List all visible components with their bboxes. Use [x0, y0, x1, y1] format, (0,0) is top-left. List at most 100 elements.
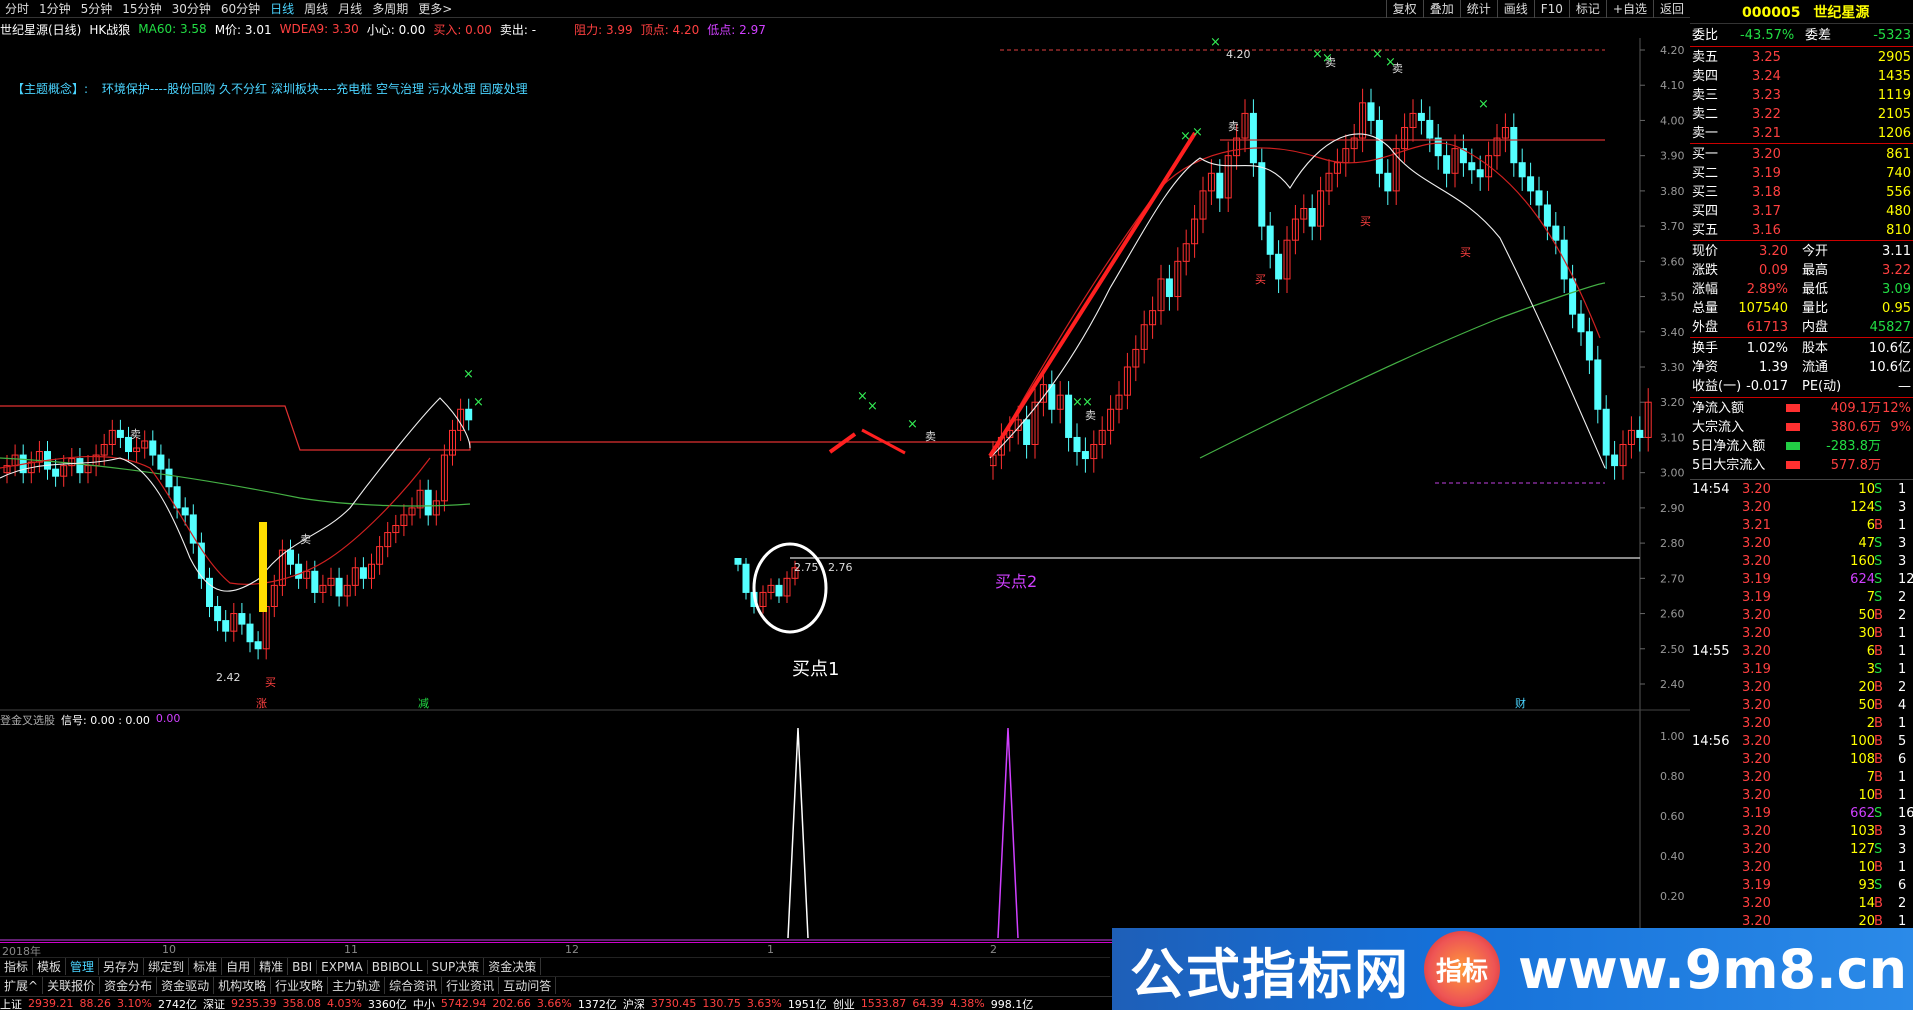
signal-cross-icon: × — [907, 417, 918, 432]
ticker-header: 000005 世纪星源 — [1690, 0, 1913, 24]
ticker-name: 世纪星源 — [1813, 5, 1870, 21]
tick-side: B — [1874, 608, 1883, 623]
info-tab[interactable]: 综合资讯 — [385, 977, 443, 994]
tick-row: 3.19 93 S 6 — [1690, 877, 1913, 895]
event-mark: 涨 — [256, 697, 267, 710]
period-tab[interactable]: 60分钟 — [216, 0, 265, 17]
y-axis-label: 3.70 — [1660, 220, 1685, 233]
period-tab[interactable]: 更多> — [413, 0, 457, 17]
chart-tool-button[interactable]: 画线 — [1496, 0, 1534, 18]
info-tab[interactable]: 扩展^ — [0, 977, 44, 994]
signal-cross-icon: × — [1322, 51, 1333, 66]
tick-side: B — [1874, 680, 1883, 695]
indicator-tab[interactable]: BBI — [288, 959, 318, 974]
stat-value: -0.017 — [1746, 379, 1788, 394]
chart-tool-button[interactable]: +自选 — [1605, 0, 1653, 18]
tick-price: 3.19 — [1742, 590, 1771, 605]
period-tab[interactable]: 30分钟 — [167, 0, 216, 17]
y-axis-label: 3.40 — [1660, 326, 1685, 339]
indicator-tab[interactable]: BBIBOLL — [368, 959, 428, 974]
quote-row: 卖三 3.23 1119 — [1690, 86, 1913, 105]
info-tab[interactable]: 关联报价 — [43, 977, 101, 994]
quote-panel: 委比 -43.57% 委差 -5323 卖五 3.25 2905 卖四 3.24 1435 卖三 3.… — [1690, 24, 1913, 479]
info-tab[interactable]: 资金分布 — [100, 977, 158, 994]
indicator-tab[interactable]: SUP决策 — [428, 958, 485, 975]
indicator-tab[interactable]: EXPMA — [317, 959, 368, 974]
indicator-tab[interactable]: 管理 — [66, 958, 100, 975]
chart-tool-button[interactable]: F10 — [1533, 0, 1569, 18]
status-item: 1372亿 — [577, 997, 617, 1010]
tick-row: 14:55 3.20 6 B 1 — [1690, 643, 1913, 661]
period-tab[interactable]: 周线 — [299, 0, 333, 17]
tick-row: 3.20 50 B 4 — [1690, 697, 1913, 715]
buy-level-label: 买二 — [1692, 166, 1719, 181]
status-item: 88.26 — [79, 997, 112, 1010]
chart-tool-button[interactable]: 返回 — [1652, 0, 1690, 18]
status-item: 1951亿 — [787, 997, 827, 1010]
indicator-tab[interactable]: 资金决策 — [484, 958, 542, 975]
stat-label: 流通 — [1802, 360, 1829, 375]
indicator-tab[interactable]: 绑定到 — [144, 958, 190, 975]
divider — [1690, 240, 1913, 241]
tick-side: B — [1874, 824, 1883, 839]
low-price-label: 2.42 — [216, 671, 241, 684]
indicator-tab[interactable]: 模板 — [33, 958, 67, 975]
status-item: 中小 — [412, 997, 435, 1010]
period-tab[interactable]: 日线 — [265, 0, 299, 17]
tick-vol: 47 — [1858, 536, 1875, 551]
resist-value: 阻力: 3.99 — [574, 22, 633, 37]
indicator-tab[interactable]: 精准 — [255, 958, 289, 975]
indicator-tab[interactable]: 自用 — [222, 958, 256, 975]
flow-value: 409.1万 — [1830, 401, 1881, 416]
tick-side: B — [1874, 698, 1883, 713]
candle-body — [1417, 112, 1425, 121]
flow-label: 大宗流入 — [1692, 420, 1745, 435]
tick-vol: 127 — [1850, 842, 1875, 857]
info-tab[interactable]: 行业资讯 — [442, 977, 500, 994]
chart-tool-button[interactable]: 标记 — [1568, 0, 1606, 18]
indicator-tab[interactable]: 标准 — [189, 958, 223, 975]
info-tab[interactable]: 资金驱动 — [157, 977, 215, 994]
candle-body — [1569, 278, 1577, 315]
tick-count: 1 — [1898, 518, 1907, 533]
status-item: 1533.87 — [860, 997, 907, 1010]
period-tab[interactable]: 5分钟 — [76, 0, 118, 17]
candle-body — [1552, 225, 1560, 241]
buy-level-vol: 480 — [1886, 204, 1911, 219]
info-tab[interactable]: 行业攻略 — [271, 977, 329, 994]
tick-price: 3.20 — [1742, 698, 1771, 713]
kline-chart[interactable]: 4.20 4.10 4.00 3.90 3.80 3.70 3.60 3.50 3.40 3.30… — [0, 38, 1690, 942]
x-axis-label: 11 — [344, 943, 358, 956]
y-axis-label: 2.40 — [1660, 678, 1685, 691]
sell-marker: 卖 — [1228, 120, 1239, 133]
y-axis-label: 3.90 — [1660, 150, 1685, 163]
status-item: 358.08 — [282, 997, 321, 1010]
chart-tool-button[interactable]: 复权 — [1385, 0, 1423, 18]
tick-list[interactable]: 14:54 3.20 10 S 1 3.20 124 S 3 3.21 6 B 1 3.20 47 S 3 3.2… — [1690, 479, 1913, 929]
tick-count: 16 — [1898, 806, 1913, 821]
signal-cross-icon: × — [463, 367, 474, 382]
sub-indicator-name[interactable]: 登金叉选股 — [0, 712, 55, 728]
indicator-tab[interactable]: 指标 — [0, 958, 34, 975]
period-tab[interactable]: 多周期 — [367, 0, 413, 17]
candle-body — [246, 623, 254, 643]
period-tab[interactable]: 15分钟 — [117, 0, 166, 17]
info-tab[interactable]: 主力轨迹 — [328, 977, 386, 994]
sell-value: 卖出: - — [499, 22, 537, 37]
period-tab[interactable]: 1分钟 — [34, 0, 76, 17]
indicator-tab[interactable]: 另存为 — [99, 958, 145, 975]
chart-tool-button[interactable]: 叠加 — [1422, 0, 1460, 18]
tick-side: B — [1874, 896, 1883, 911]
period-tab[interactable]: 月线 — [333, 0, 367, 17]
tick-count: 1 — [1898, 788, 1907, 803]
stat-label: 涨幅 — [1692, 282, 1719, 297]
x-axis-label: 1 — [767, 943, 774, 956]
info-tab[interactable]: 机构攻略 — [214, 977, 272, 994]
plugin-name[interactable]: HK战狼 — [89, 21, 130, 38]
period-tab[interactable]: 分时 — [0, 0, 34, 17]
tick-vol: 103 — [1850, 824, 1875, 839]
divider — [1690, 143, 1913, 144]
chart-tool-button[interactable]: 统计 — [1459, 0, 1497, 18]
info-tab[interactable]: 互动问答 — [499, 977, 557, 994]
signal-cross-icon: × — [1478, 97, 1489, 112]
